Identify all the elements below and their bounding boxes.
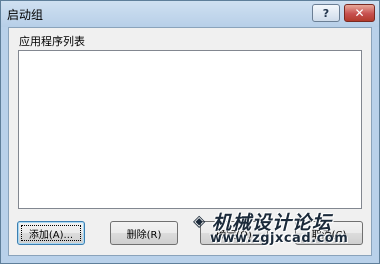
add-button[interactable]: 添加(A)... — [17, 221, 85, 245]
delete-button[interactable]: 删除(R) — [110, 221, 178, 245]
title-bar[interactable]: 启动组 ? ✕ — [1, 1, 379, 27]
ok-button[interactable]: 确定(O) — [200, 221, 268, 245]
delete-button-label: 删除(R) — [126, 229, 162, 241]
ok-button-label: 确定(O) — [216, 229, 252, 241]
close-button[interactable]: ✕ — [344, 4, 375, 22]
cancel-button-label: 取消(C) — [311, 229, 347, 241]
application-list-label: 应用程序列表 — [19, 35, 85, 48]
window-title: 启动组 — [7, 8, 44, 22]
close-icon: ✕ — [354, 6, 365, 20]
help-icon: ? — [322, 6, 330, 20]
cancel-button[interactable]: 取消(C) — [295, 221, 363, 245]
focus-rectangle — [21, 225, 81, 241]
dialog-body: 应用程序列表 添加(A)... 删除(R) 确定(O) 取消(C) — [8, 27, 372, 256]
application-listbox[interactable] — [18, 50, 362, 209]
help-button[interactable]: ? — [312, 4, 340, 22]
startup-group-dialog: 启动组 ? ✕ 应用程序列表 添加(A)... 删除(R) 确定(O) 取消(C… — [0, 0, 380, 264]
